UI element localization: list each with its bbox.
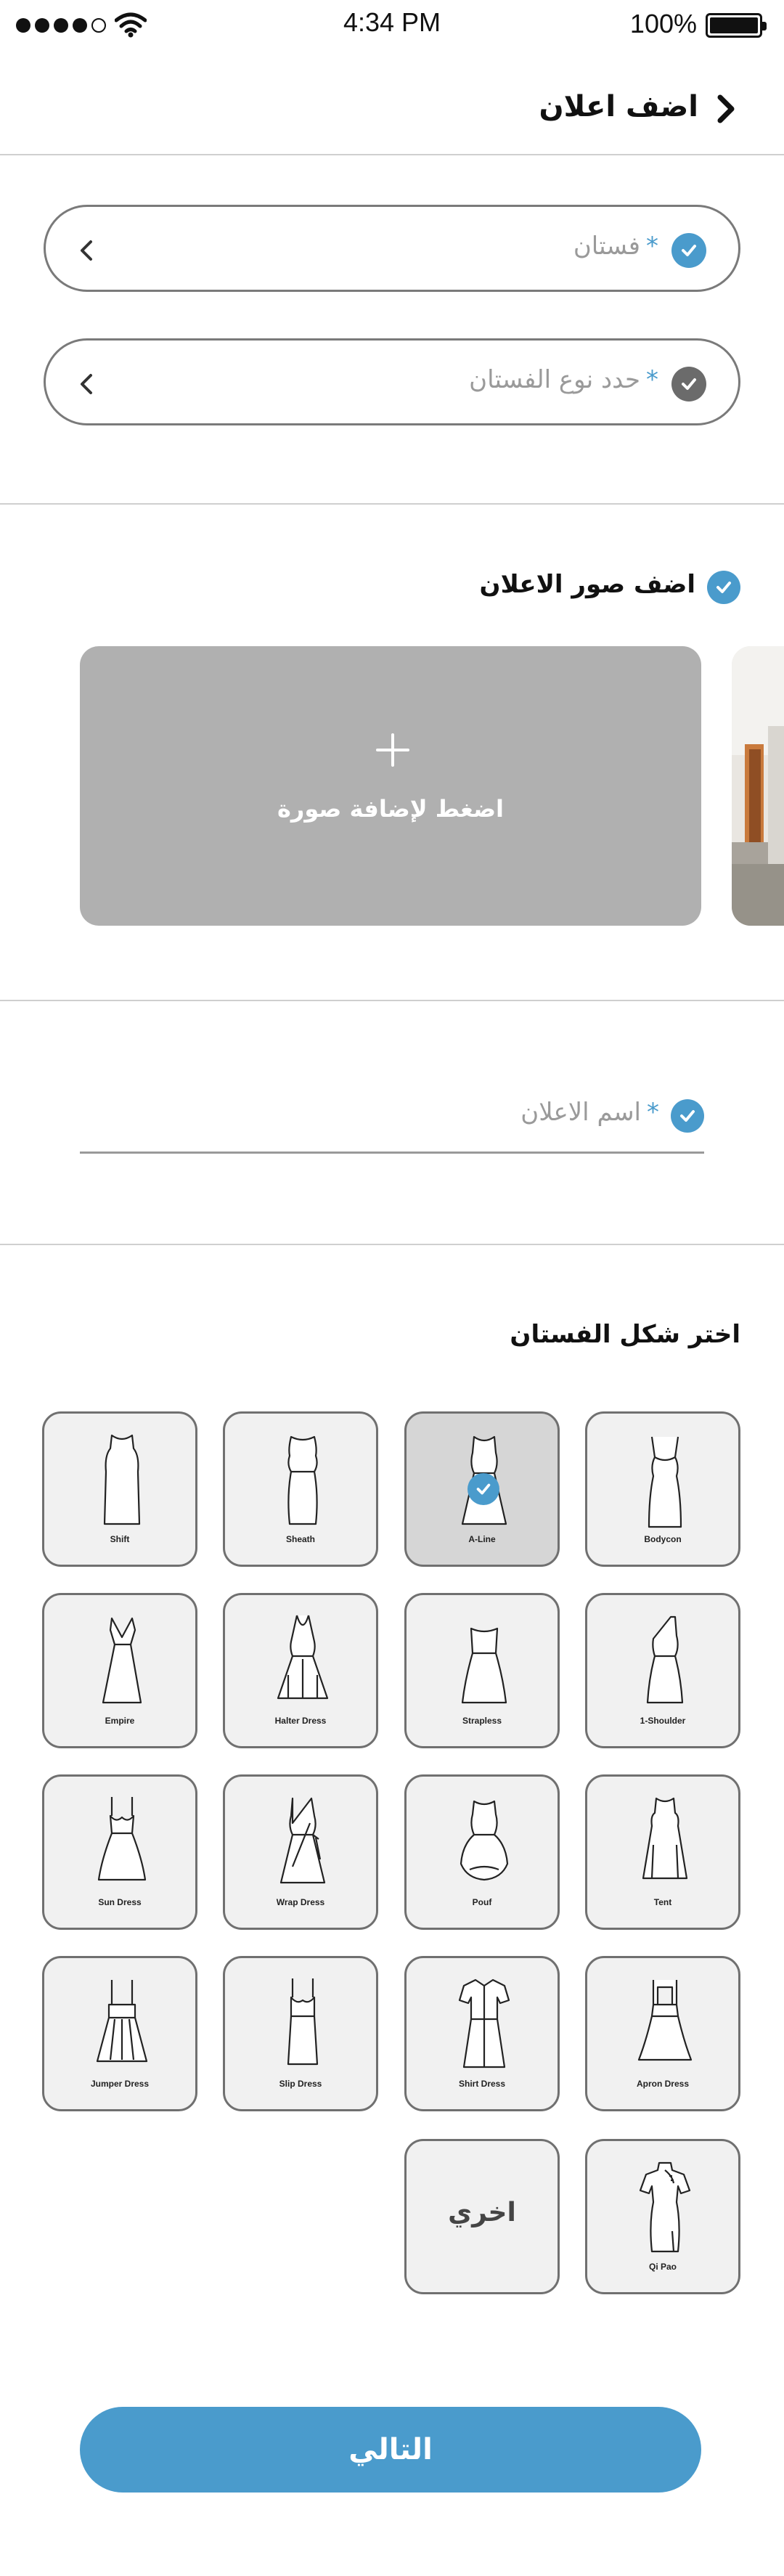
ad-name-underline <box>80 1152 704 1154</box>
category-select[interactable]: *فستان <box>44 205 740 292</box>
dress-option-sheath[interactable]: Sheath <box>223 1411 378 1567</box>
dress-option-sun-dress[interactable]: Sun Dress <box>42 1774 197 1930</box>
check-icon <box>671 367 706 402</box>
dress-option-jumper-dress[interactable]: Jumper Dress <box>42 1956 197 2111</box>
next-button[interactable]: التالي <box>80 2407 701 2493</box>
photo-thumbnail[interactable] <box>732 646 784 926</box>
dress-option-tent[interactable]: Tent <box>585 1774 740 1930</box>
section-divider <box>0 1244 784 1245</box>
dress-option-strapless[interactable]: Strapless <box>404 1593 560 1748</box>
apron-dress-icon <box>637 1980 693 2061</box>
dress-option-halter-dress[interactable]: Halter Dress <box>223 1593 378 1748</box>
dress-option-bodycon[interactable]: Bodycon <box>585 1411 740 1567</box>
pouf-dress-icon <box>460 1800 509 1881</box>
battery-percent: 100% <box>629 9 697 38</box>
halter-dress-icon <box>277 1615 329 1700</box>
dress-option-a-line[interactable]: A-Line <box>404 1411 560 1567</box>
chevron-left-icon <box>81 240 92 261</box>
page-title: اضف اعلان <box>539 90 698 123</box>
sheath-dress-icon <box>287 1435 318 1525</box>
strapless-dress-icon <box>461 1627 507 1704</box>
status-bar: 4:34 PM 100% <box>0 0 784 51</box>
shift-dress-icon <box>103 1434 141 1525</box>
dress-option-1-shoulder[interactable]: 1-Shoulder <box>585 1593 740 1748</box>
dress-shape-title: اختر شكل الفستان <box>510 1320 740 1349</box>
check-icon <box>467 1473 499 1505</box>
section-divider <box>0 1000 784 1001</box>
dress-option-shirt-dress[interactable]: Shirt Dress <box>404 1956 560 2111</box>
dress-option-other[interactable]: اخري <box>404 2139 560 2294</box>
header-divider <box>0 154 784 155</box>
battery-icon <box>706 13 767 38</box>
plus-icon <box>376 733 409 767</box>
wrap-dress-icon <box>279 1797 326 1884</box>
dress-option-pouf[interactable]: Pouf <box>404 1774 560 1930</box>
one-shoulder-dress-icon <box>646 1615 684 1704</box>
add-photo-button[interactable]: اضغط لإضافة صورة <box>80 646 701 926</box>
ad-name-input[interactable]: *اسم الاعلان <box>520 1098 659 1127</box>
check-icon <box>707 571 740 604</box>
dress-option-wrap-dress[interactable]: Wrap Dress <box>223 1774 378 1930</box>
shirt-dress-icon <box>458 1978 510 2068</box>
tent-dress-icon <box>642 1797 688 1880</box>
check-icon <box>671 1099 704 1133</box>
add-photo-label: اضغط لإضافة صورة <box>277 795 504 823</box>
dress-option-qi-pao[interactable]: Qi Pao <box>585 2139 740 2294</box>
slip-dress-icon <box>287 1978 319 2066</box>
chevron-right-icon[interactable] <box>711 93 740 125</box>
dress-option-empire[interactable]: Empire <box>42 1593 197 1748</box>
dress-type-placeholder: *حدد نوع الفستان <box>469 365 658 394</box>
dress-type-select[interactable]: *حدد نوع الفستان <box>44 338 740 425</box>
bodycon-dress-icon <box>648 1436 682 1528</box>
qi-pao-dress-icon <box>639 2161 691 2253</box>
header: اضف اعلان <box>0 58 784 156</box>
sun-dress-icon <box>97 1797 147 1881</box>
check-icon <box>671 233 706 268</box>
chevron-left-icon <box>81 374 92 394</box>
dress-option-apron-dress[interactable]: Apron Dress <box>585 1956 740 2111</box>
empire-dress-icon <box>102 1617 142 1704</box>
category-value: *فستان <box>573 232 658 261</box>
dress-option-slip-dress[interactable]: Slip Dress <box>223 1956 378 2111</box>
images-section-title: اضف صور الاعلان <box>479 570 695 599</box>
dress-option-shift[interactable]: Shift <box>42 1411 197 1567</box>
jumper-dress-icon <box>96 1980 148 2063</box>
section-divider <box>0 503 784 505</box>
